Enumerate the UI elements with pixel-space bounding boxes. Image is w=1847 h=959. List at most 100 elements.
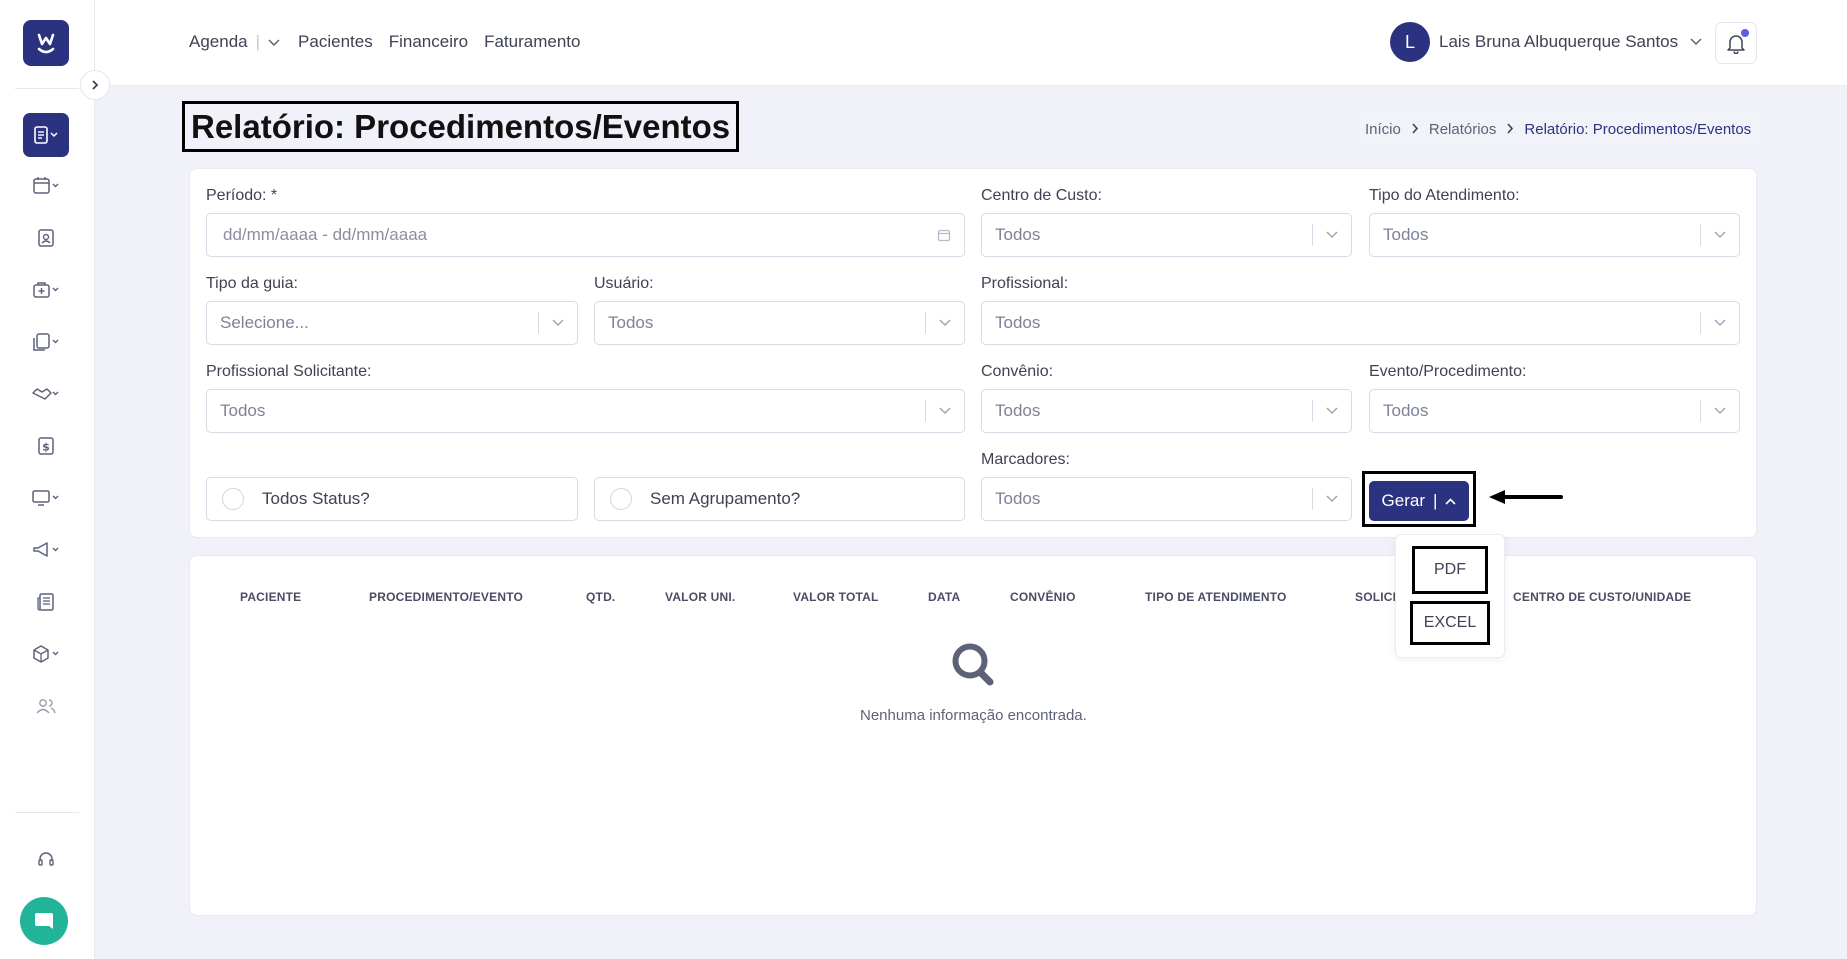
chevron-down-icon[interactable] bbox=[1313, 495, 1351, 503]
results-card bbox=[189, 555, 1757, 916]
user-menu[interactable]: L Lais Bruna Albuquerque Santos bbox=[1390, 22, 1702, 62]
search-icon bbox=[952, 643, 994, 686]
handshake-icon bbox=[32, 388, 59, 400]
sidebar-item-reports[interactable] bbox=[23, 113, 69, 157]
column-header-valor-total[interactable]: VALOR TOTAL bbox=[793, 590, 879, 604]
marcadores-select[interactable]: Todos bbox=[981, 477, 1352, 521]
periodo-input[interactable]: dd/mm/aaaa - dd/mm/aaaa bbox=[206, 213, 965, 257]
headset-icon bbox=[38, 852, 54, 866]
chevron-right-icon bbox=[1411, 122, 1419, 137]
tipo-atendimento-label: Tipo do Atendimento: bbox=[1369, 187, 1520, 204]
svg-text:$: $ bbox=[42, 441, 50, 454]
nav-separator: | bbox=[255, 32, 261, 51]
tipo-guia-select[interactable]: Selecione... bbox=[206, 301, 578, 345]
checkbox-circle[interactable] bbox=[610, 488, 632, 510]
nav-faturamento[interactable]: Faturamento bbox=[484, 32, 580, 52]
convenio-label: Convênio: bbox=[981, 363, 1054, 380]
column-header-centro-custo[interactable]: CENTRO DE CUSTO/UNIDADE bbox=[1513, 590, 1691, 604]
evento-value: Todos bbox=[1383, 401, 1429, 420]
nav-agenda[interactable]: Agenda bbox=[189, 32, 248, 52]
column-header-convenio[interactable]: CONVÊNIO bbox=[1010, 590, 1076, 604]
column-header-qtd[interactable]: QTD. bbox=[586, 590, 615, 604]
chevron-down-icon[interactable] bbox=[926, 319, 964, 327]
breadcrumb-home[interactable]: Início bbox=[1365, 121, 1401, 138]
calendar-icon bbox=[33, 177, 59, 194]
export-pdf-option[interactable]: PDF bbox=[1412, 546, 1488, 594]
gerar-label: Gerar bbox=[1381, 491, 1426, 510]
todos-status-checkbox[interactable]: Todos Status? bbox=[206, 477, 578, 521]
nav-financeiro[interactable]: Financeiro bbox=[389, 32, 468, 52]
tipo-guia-value: Selecione... bbox=[220, 313, 309, 332]
checkbox-circle[interactable] bbox=[222, 488, 244, 510]
chevron-down-icon[interactable] bbox=[1701, 407, 1739, 415]
column-header-procedimento[interactable]: PROCEDIMENTO/EVENTO bbox=[369, 590, 523, 604]
evento-label: Evento/Procedimento: bbox=[1369, 363, 1527, 380]
breadcrumb-current: Relatório: Procedimentos/Eventos bbox=[1524, 120, 1752, 138]
gerar-button[interactable]: Gerar | bbox=[1369, 481, 1469, 521]
sidebar-item-news[interactable] bbox=[23, 580, 69, 624]
prof-solicitante-value: Todos bbox=[220, 401, 266, 420]
evento-select[interactable]: Todos bbox=[1369, 389, 1740, 433]
export-excel-option[interactable]: EXCEL bbox=[1410, 601, 1490, 645]
tipo-atendimento-select[interactable]: Todos bbox=[1369, 213, 1740, 257]
calendar-icon[interactable] bbox=[924, 228, 964, 242]
sidebar-item-patients[interactable] bbox=[23, 216, 69, 260]
patient-card-icon bbox=[38, 229, 54, 247]
avatar: L bbox=[1390, 22, 1430, 62]
sidebar-item-users[interactable] bbox=[23, 684, 69, 728]
centro-custo-select[interactable]: Todos bbox=[981, 213, 1352, 257]
empty-message: Nenhuma informação encontrada. bbox=[860, 707, 1087, 724]
column-header-data[interactable]: DATA bbox=[928, 590, 960, 604]
gerar-separator: | bbox=[1433, 491, 1438, 510]
chevron-down-icon[interactable] bbox=[539, 319, 577, 327]
page-title: Relatório: Procedimentos/Eventos bbox=[182, 101, 740, 152]
sidebar-item-medical[interactable] bbox=[23, 268, 69, 312]
topbar: Agenda | Pacientes Financeiro Faturament… bbox=[95, 0, 1847, 86]
sidebar-item-calendar[interactable] bbox=[23, 164, 69, 208]
chevron-down-icon[interactable] bbox=[1701, 319, 1739, 327]
notification-badge bbox=[1741, 29, 1749, 37]
usuario-select[interactable]: Todos bbox=[594, 301, 965, 345]
users-icon bbox=[36, 699, 56, 714]
sidebar-item-agreements[interactable] bbox=[23, 372, 69, 416]
sidebar-item-financial[interactable]: $ bbox=[23, 424, 69, 468]
chevron-up-icon bbox=[1445, 497, 1457, 505]
column-header-paciente[interactable]: PACIENTE bbox=[240, 590, 301, 604]
breadcrumb-reports[interactable]: Relatórios bbox=[1429, 121, 1497, 138]
column-header-tipo-atendimento[interactable]: TIPO DE ATENDIMENTO bbox=[1145, 590, 1287, 604]
sidebar-divider bbox=[15, 88, 79, 89]
chevron-down-icon[interactable] bbox=[1313, 231, 1351, 239]
documents-icon bbox=[33, 333, 59, 351]
chat-button[interactable] bbox=[20, 897, 68, 945]
chevron-down-icon[interactable] bbox=[268, 32, 280, 52]
app-logo[interactable] bbox=[23, 20, 69, 66]
sidebar-item-monitor[interactable] bbox=[23, 476, 69, 520]
box-icon bbox=[33, 645, 59, 663]
profissional-select[interactable]: Todos bbox=[981, 301, 1740, 345]
sidebar-item-inventory[interactable] bbox=[23, 632, 69, 676]
centro-custo-label: Centro de Custo: bbox=[981, 187, 1102, 204]
column-header-valor-uni[interactable]: VALOR UNI. bbox=[665, 590, 735, 604]
sidebar-collapse-button[interactable] bbox=[80, 70, 110, 100]
centro-custo-value: Todos bbox=[995, 225, 1041, 244]
sem-agrupamento-checkbox[interactable]: Sem Agrupamento? bbox=[594, 477, 965, 521]
megaphone-icon bbox=[33, 542, 59, 557]
notifications-button[interactable] bbox=[1715, 22, 1757, 64]
sidebar-item-marketing[interactable] bbox=[23, 528, 69, 572]
prof-solicitante-select[interactable]: Todos bbox=[206, 389, 965, 433]
newspaper-icon bbox=[37, 593, 54, 611]
column-header-solicitante[interactable]: SOLICI bbox=[1355, 590, 1396, 604]
marcadores-label: Marcadores: bbox=[981, 451, 1070, 468]
periodo-placeholder: dd/mm/aaaa - dd/mm/aaaa bbox=[223, 225, 428, 244]
convenio-select[interactable]: Todos bbox=[981, 389, 1352, 433]
chevron-down-icon[interactable] bbox=[926, 407, 964, 415]
sidebar-item-documents[interactable] bbox=[23, 320, 69, 364]
sidebar-divider bbox=[15, 812, 79, 813]
tipo-atendimento-value: Todos bbox=[1383, 225, 1429, 244]
nav-pacientes[interactable]: Pacientes bbox=[298, 32, 373, 52]
sidebar-item-support[interactable] bbox=[23, 837, 69, 881]
chevron-down-icon[interactable] bbox=[1313, 407, 1351, 415]
chevron-down-icon[interactable] bbox=[1701, 231, 1739, 239]
sidebar: $ bbox=[0, 0, 95, 959]
usuario-value: Todos bbox=[608, 313, 654, 332]
